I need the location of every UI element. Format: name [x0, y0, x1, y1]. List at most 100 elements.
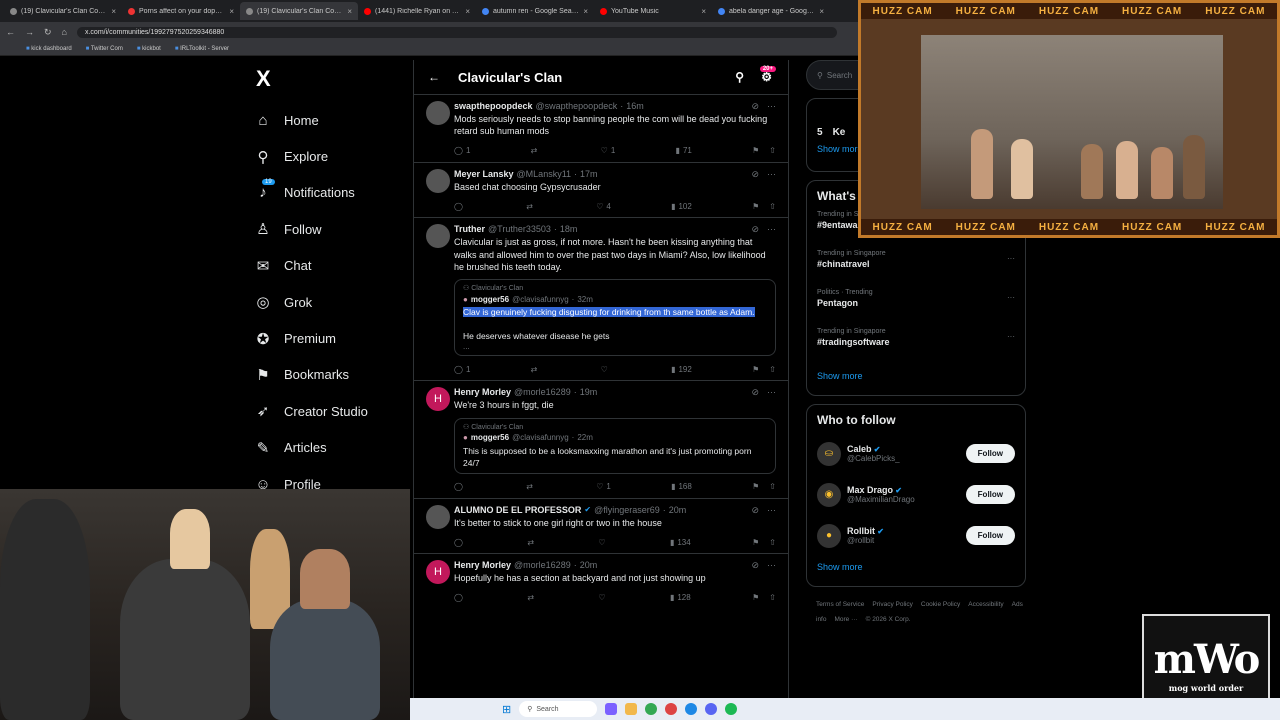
edge-icon[interactable]: [685, 703, 698, 715]
nav-item-premium[interactable]: ✪ Premium: [250, 320, 410, 356]
grok-icon[interactable]: ⊘: [751, 224, 759, 235]
bookmark-item[interactable]: Twitter Com: [86, 46, 123, 52]
bookmark-icon[interactable]: ⚑: [752, 538, 759, 547]
browser-tab[interactable]: YouTube Music ×: [594, 2, 712, 20]
post-author-name[interactable]: Meyer Lansky: [454, 169, 514, 179]
avatar[interactable]: H: [426, 387, 450, 412]
post-author-name[interactable]: Truther: [454, 224, 485, 234]
footer-link[interactable]: Privacy Policy: [872, 601, 912, 608]
post-time[interactable]: 16m: [626, 101, 644, 111]
post-author-handle[interactable]: @morle16289: [514, 560, 571, 570]
gear-icon[interactable]: ⚙: [761, 70, 772, 84]
reload-icon[interactable]: ↻: [44, 27, 52, 38]
grok-icon[interactable]: ⊘: [751, 101, 759, 112]
repost-button[interactable]: ⇄: [531, 365, 541, 374]
repost-button[interactable]: ⇄: [526, 482, 536, 491]
follow-button[interactable]: Follow: [965, 526, 1015, 545]
trend-item[interactable]: Politics · Trending Pentagon ···: [817, 287, 1015, 326]
footer-link[interactable]: Terms of Service: [816, 601, 864, 608]
bookmark-item[interactable]: kick dashboard: [26, 46, 71, 52]
nav-item-grok[interactable]: ◎ Grok: [250, 284, 410, 320]
reply-button[interactable]: ◯ 1: [454, 365, 470, 374]
post-author-handle[interactable]: @flyingeraser69: [594, 505, 660, 515]
like-button[interactable]: ♡: [598, 538, 608, 547]
like-button[interactable]: ♡ 1: [596, 482, 611, 491]
post-time[interactable]: 20m: [669, 505, 687, 515]
avatar[interactable]: ●: [817, 523, 841, 548]
post-author-name[interactable]: Henry Morley: [454, 560, 511, 570]
discord-icon[interactable]: [705, 703, 718, 715]
views-button[interactable]: ▮ 192: [671, 365, 692, 374]
back-icon[interactable]: ←: [428, 70, 440, 84]
nav-item-notifications[interactable]: ♪ Notifications 19: [250, 175, 410, 211]
more-options-icon[interactable]: ···: [767, 101, 776, 112]
post-author-name[interactable]: Henry Morley: [454, 387, 511, 397]
views-button[interactable]: ▮ 102: [671, 202, 692, 211]
more-options-icon[interactable]: ···: [1007, 332, 1015, 341]
reply-button[interactable]: ◯: [454, 593, 466, 602]
browser-tab[interactable]: abela danger age - Google Sea ×: [712, 2, 830, 20]
post-time[interactable]: 20m: [580, 560, 598, 570]
share-icon[interactable]: ⇧: [769, 538, 776, 547]
show-more-link[interactable]: Show more: [817, 371, 1015, 381]
reply-button[interactable]: ◯: [454, 538, 466, 547]
windows-start-icon[interactable]: ⊞: [502, 703, 511, 716]
tab-close-icon[interactable]: ×: [229, 7, 234, 16]
views-button[interactable]: ▮ 168: [671, 482, 692, 491]
views-button[interactable]: ▮ 71: [676, 146, 692, 155]
more-options-icon[interactable]: ···: [1007, 254, 1015, 263]
share-icon[interactable]: ⇧: [769, 365, 776, 374]
footer-link[interactable]: © 2026 X Corp.: [866, 616, 911, 623]
feed-post[interactable]: ⊘ ··· Truther @Truther33503 · 18m Clavicular i…: [414, 217, 788, 380]
nav-item-creator-studio[interactable]: ➶ Creator Studio: [250, 393, 410, 429]
avatar[interactable]: [426, 101, 450, 125]
share-icon[interactable]: ⇧: [769, 202, 776, 211]
avatar[interactable]: ⛀: [817, 441, 841, 466]
rank-partial-label[interactable]: Ke: [833, 127, 846, 138]
more-options-icon[interactable]: ···: [767, 387, 776, 398]
bookmark-icon[interactable]: ⚑: [752, 593, 759, 602]
bookmark-icon[interactable]: ⚑: [752, 365, 759, 374]
url-field[interactable]: x.com/i/communities/1992797520259346880: [76, 26, 837, 38]
browser-tab[interactable]: Porns affect on your dopamine ×: [122, 2, 240, 20]
task-view-icon[interactable]: [605, 703, 618, 715]
reply-button[interactable]: ◯: [454, 482, 466, 491]
tab-close-icon[interactable]: ×: [111, 7, 116, 16]
tab-close-icon[interactable]: ×: [819, 7, 824, 16]
nav-item-explore[interactable]: ⚲ Explore: [250, 138, 410, 174]
nav-item-home[interactable]: ⌂ Home: [250, 102, 410, 138]
file-explorer-icon[interactable]: [625, 703, 638, 715]
avatar[interactable]: [426, 168, 450, 193]
post-author-name[interactable]: ALUMNO DE EL PROFESSOR: [454, 505, 581, 515]
views-button[interactable]: ▮ 134: [670, 538, 691, 547]
like-button[interactable]: ♡: [601, 365, 611, 374]
quoted-author-name[interactable]: mogger56: [471, 433, 509, 442]
follow-name[interactable]: Caleb: [847, 444, 872, 454]
nav-item-bookmarks[interactable]: ⚑ Bookmarks: [250, 357, 410, 393]
browser-tab[interactable]: (1441) Richelle Ryan on The Pi ×: [358, 2, 476, 20]
avatar[interactable]: H: [426, 560, 450, 585]
like-button[interactable]: ♡ 4: [596, 202, 611, 211]
share-icon[interactable]: ⇧: [769, 482, 776, 491]
repost-button[interactable]: ⇄: [526, 202, 536, 211]
show-more-link[interactable]: Show more: [817, 562, 1015, 572]
back-arrow-icon[interactable]: ←: [6, 27, 15, 37]
chrome-icon[interactable]: [645, 703, 658, 715]
avatar[interactable]: ◉: [817, 482, 841, 507]
follow-button[interactable]: Follow: [965, 485, 1015, 504]
spotify-icon[interactable]: [725, 703, 738, 715]
feed-post[interactable]: H ⊘ ··· Henry Morley @morle16289 · 20m Hopefull…: [414, 553, 788, 608]
like-button[interactable]: ♡ 1: [601, 146, 616, 155]
footer-link[interactable]: Cookie Policy: [921, 601, 960, 608]
post-time[interactable]: 17m: [580, 169, 598, 179]
tab-close-icon[interactable]: ×: [701, 7, 706, 16]
post-author-handle[interactable]: @morle16289: [514, 387, 571, 397]
views-button[interactable]: ▮ 128: [670, 593, 691, 602]
more-options-icon[interactable]: ···: [767, 224, 776, 235]
avatar[interactable]: [426, 504, 450, 529]
reply-button[interactable]: ◯ 1: [454, 146, 470, 155]
post-author-handle[interactable]: @Truther33503: [488, 224, 551, 234]
search-icon[interactable]: ⚲: [735, 70, 744, 84]
x-logo-icon[interactable]: X: [256, 66, 410, 92]
post-time[interactable]: 19m: [580, 387, 598, 397]
